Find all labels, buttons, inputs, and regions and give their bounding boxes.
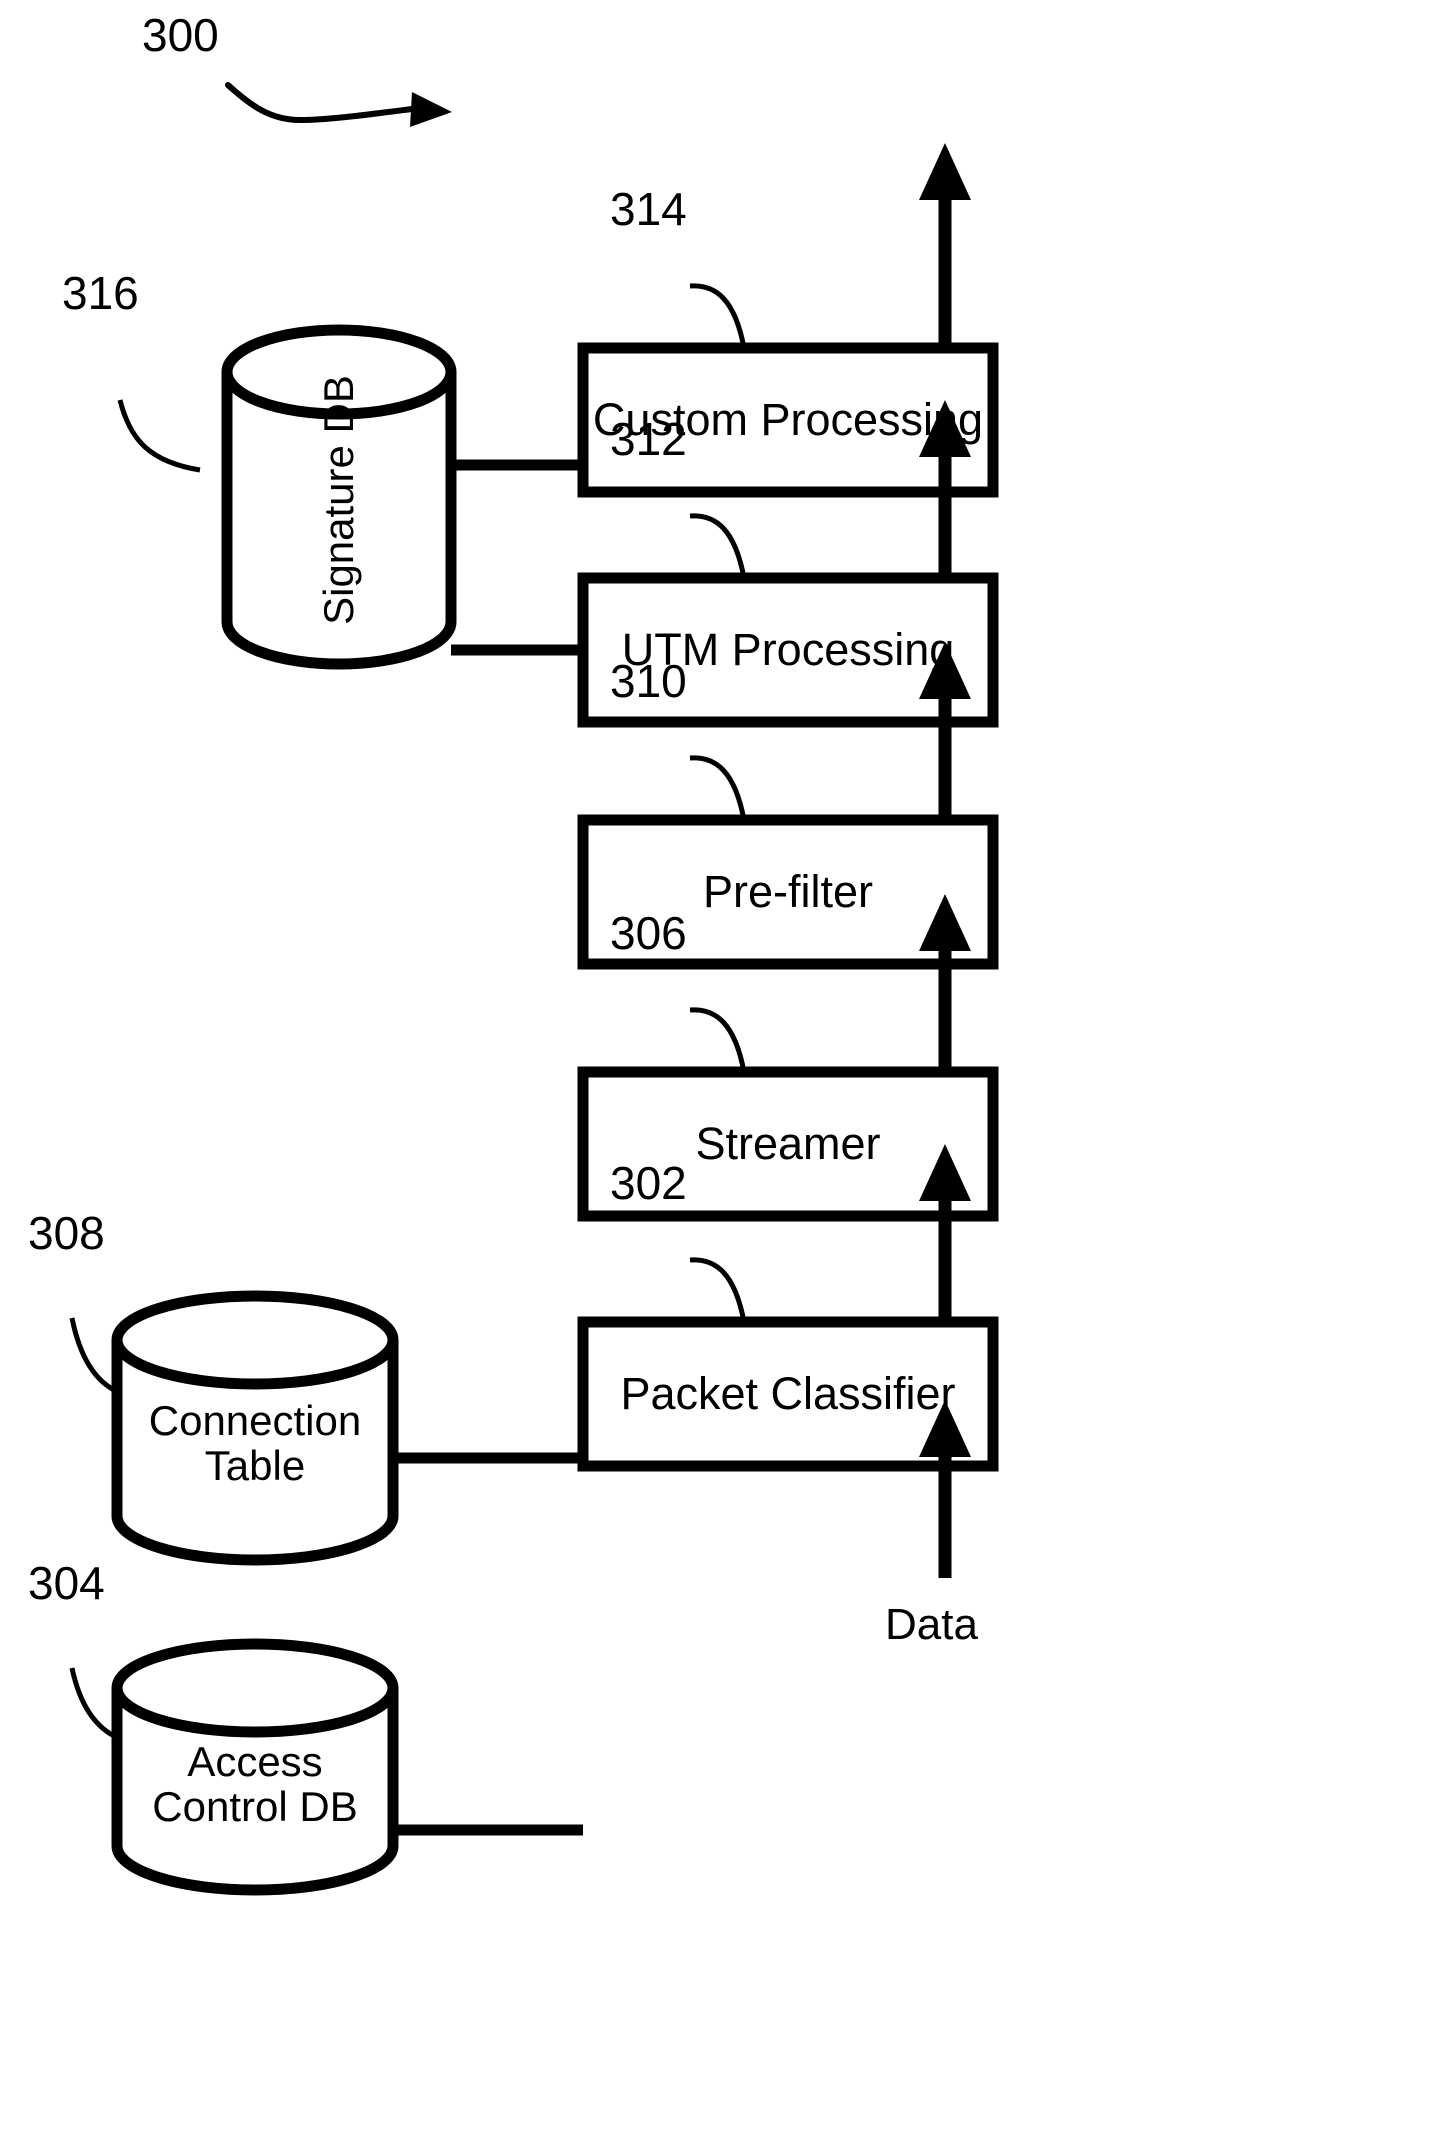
ref-314: 314: [610, 183, 687, 235]
ref-316: 316: [62, 267, 139, 319]
label-connection-table: Connection Table: [117, 1368, 393, 1518]
leader-314: [689, 283, 747, 349]
ref-304: 304: [28, 1557, 105, 1609]
label-connection-table-line1: Connection: [148, 1396, 362, 1444]
ref-308: 308: [28, 1207, 105, 1259]
label-utm-processing: UTM Processing: [621, 624, 955, 675]
label-streamer: Streamer: [695, 1118, 881, 1169]
label-connection-table-line2: Table: [204, 1442, 306, 1489]
label-data-input: Data: [885, 1600, 978, 1649]
leader-316: [117, 399, 201, 473]
label-packet-classifier: Packet Classifier: [620, 1368, 956, 1419]
figure-leader-300: [225, 82, 452, 127]
leader-302: [689, 1257, 747, 1323]
label-access-control-db-line1: Access: [187, 1737, 323, 1785]
leader-312: [689, 513, 747, 579]
label-pre-filter: Pre-filter: [702, 866, 874, 917]
figure-canvas: 300 314 316 312 310 308 306 304 302 Cust…: [0, 0, 1440, 2147]
arrow-output-top: [919, 143, 971, 348]
leader-308: [69, 1317, 120, 1395]
label-custom-processing: Custom Processing: [592, 394, 984, 445]
leader-310: [689, 755, 747, 821]
label-signature-db: Signature DB: [315, 375, 362, 625]
leader-306: [689, 1007, 747, 1073]
label-access-control-db: Access Control DB: [110, 1714, 400, 1854]
label-access-control-db-line2: Control DB: [152, 1783, 358, 1830]
figure-number-300: 300: [142, 9, 219, 61]
